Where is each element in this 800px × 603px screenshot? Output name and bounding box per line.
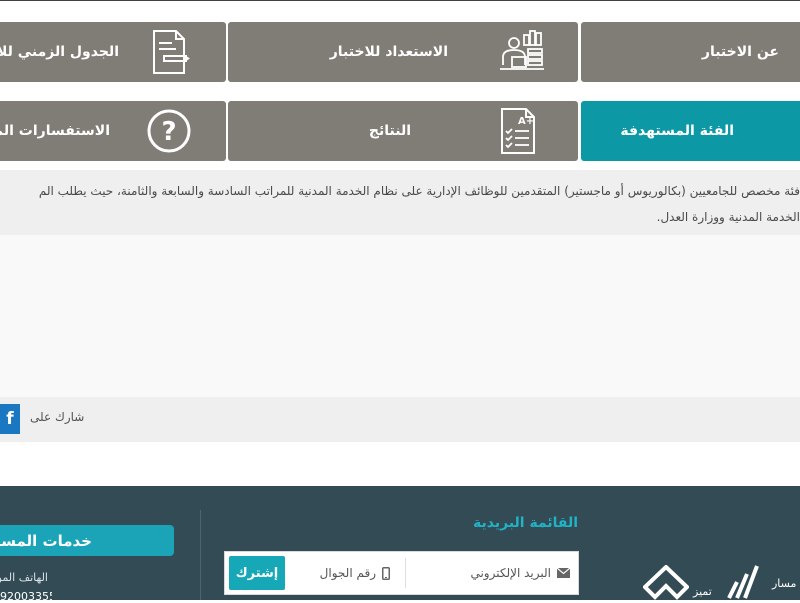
svg-text:?: ? xyxy=(161,117,176,147)
content-blank-area xyxy=(0,235,800,397)
facebook-share-button[interactable]: f xyxy=(0,404,20,434)
question-circle-icon: ? xyxy=(147,109,191,153)
envelope-icon xyxy=(557,568,570,578)
content-line-2: الخدمة المدنية ووزارة العدل. xyxy=(656,210,800,224)
newsletter-form: البريد الإلكتروني رقم الجوال إشترك xyxy=(224,551,579,595)
phone-number[interactable]: 920033555 xyxy=(0,590,52,603)
tile-schedule[interactable]: الجدول الزمني للاختبار xyxy=(0,22,226,82)
graded-paper-icon: A+ xyxy=(501,108,535,154)
field-divider xyxy=(405,558,406,588)
subscribe-button[interactable]: إشترك xyxy=(229,556,285,590)
tile-schedule-label: الجدول الزمني للاختبار xyxy=(0,44,119,60)
tile-faq-label: الاستفسارات المتكررة xyxy=(0,123,110,139)
tile-results[interactable]: النتائج A+ xyxy=(228,101,578,161)
mobile-phone-icon xyxy=(382,566,390,580)
tamayuz-logo-text: تميز xyxy=(693,585,712,598)
content-line-1: فئة مخصص للجامعيين (بكالوريوس أو ماجستير… xyxy=(38,184,800,198)
tile-results-label: النتائج xyxy=(368,123,411,139)
tile-target[interactable]: الفئة المستهدفة xyxy=(581,101,800,161)
top-border xyxy=(0,0,800,1)
tile-about-label: عن الاختبار xyxy=(701,44,779,60)
tile-about[interactable]: عن الاختبار xyxy=(581,22,800,82)
tile-target-label: الفئة المستهدفة xyxy=(620,123,734,139)
studying-person-icon xyxy=(500,30,544,70)
phone-label: الهاتف الموحد xyxy=(0,571,48,584)
content-panel: فئة مخصص للجامعيين (بكالوريوس أو ماجستير… xyxy=(0,170,800,235)
mobile-field[interactable]: رقم الجوال xyxy=(320,552,390,594)
services-heading: خدمات المستفيدين xyxy=(0,525,174,556)
masar-logo-icon xyxy=(727,565,759,599)
tile-prep[interactable]: الاستعداد للاختبار xyxy=(228,22,578,82)
tamayuz-logo-icon xyxy=(643,565,689,600)
facebook-icon: f xyxy=(6,409,14,429)
email-field[interactable]: البريد الإلكتروني xyxy=(470,552,570,594)
footer-divider xyxy=(200,510,201,600)
svg-text:A+: A+ xyxy=(518,116,534,127)
mailing-list-title: القائمة البريدية xyxy=(473,515,578,531)
share-bar xyxy=(0,397,800,442)
tile-faq[interactable]: الاستفسارات المتكررة ? xyxy=(0,101,226,161)
tile-prep-label: الاستعداد للاختبار xyxy=(329,44,448,60)
document-pen-icon xyxy=(153,30,190,74)
masar-logo-text: مسار xyxy=(772,577,797,590)
share-label: شارك على xyxy=(30,410,85,424)
